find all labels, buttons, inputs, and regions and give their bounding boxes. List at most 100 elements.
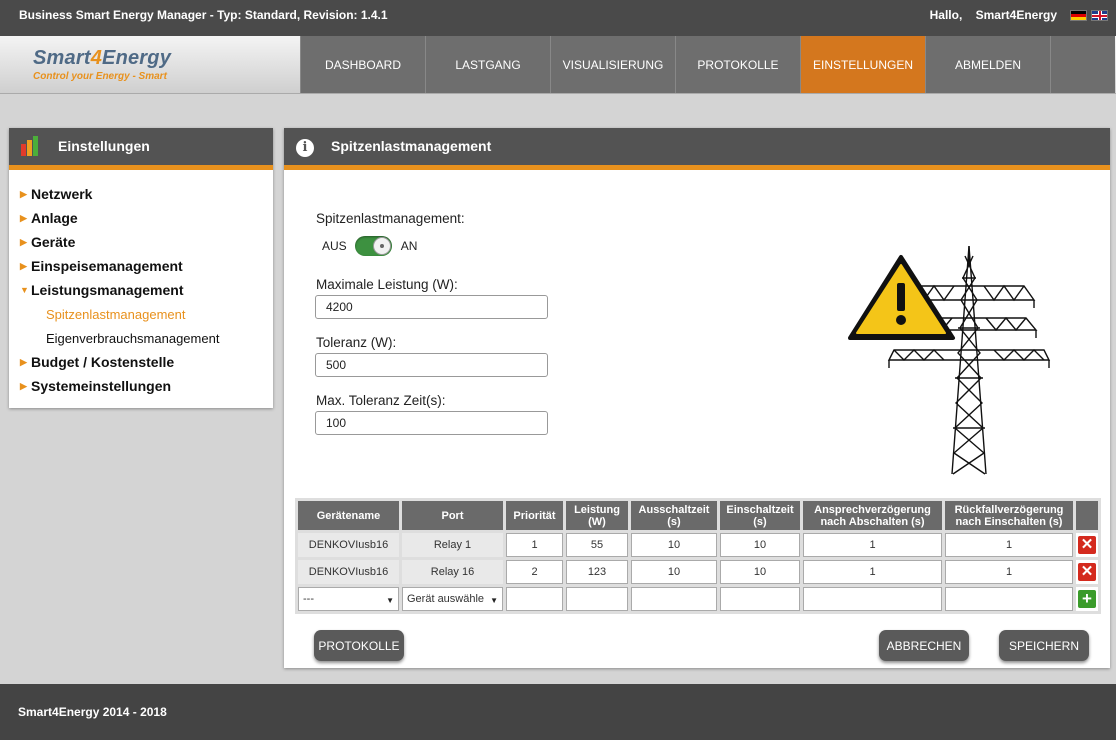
uk-flag-icon[interactable] [1091, 10, 1108, 21]
submenu-leistungsmanagement: Spitzenlastmanagement Eigenverbrauchsman… [20, 302, 273, 350]
table-row: DENKOVIusb16 Relay 1 1 55 10 10 1 1 ✕ [298, 533, 1098, 557]
footer: Smart4Energy 2014 - 2018 [0, 684, 1116, 740]
power-input[interactable]: 123 [566, 560, 628, 584]
new-row: --- ▼ Gerät auswähle ▼ + [298, 587, 1098, 611]
delete-row-icon[interactable]: ✕ [1078, 536, 1096, 554]
nav-protokolle[interactable]: PROTOKOLLE [675, 36, 800, 93]
max-power-input[interactable]: 4200 [315, 295, 548, 319]
submenu-item-eigenverbrauchsmanagement[interactable]: Eigenverbrauchsmanagement [46, 326, 273, 350]
fallback-delay-input[interactable]: 1 [945, 533, 1073, 557]
app-title: Business Smart Energy Manager - Typ: Sta… [19, 8, 388, 22]
port-select[interactable]: Gerät auswähle ▼ [402, 587, 503, 611]
warning-triangle-icon [848, 255, 955, 340]
actions-cell: ✕ [1076, 533, 1098, 557]
logo-text-1: Smart [33, 47, 91, 69]
info-icon: i [296, 139, 314, 157]
device-select[interactable]: --- ▼ [298, 587, 399, 611]
triangle-right-icon: ▶ [20, 236, 27, 247]
logo-text-2: 4 [90, 47, 103, 69]
tolerance-input[interactable]: 500 [315, 353, 548, 377]
de-flag-icon[interactable] [1070, 10, 1087, 21]
triangle-right-icon: ▶ [20, 188, 27, 199]
priority-input-new[interactable] [506, 587, 563, 611]
settings-menu: ▶ Netzwerk ▶ Anlage ▶ Geräte ▶ Einspeisemana… [9, 170, 273, 398]
content-panel: i Spitzenlastmanagement Spitzenlastmanag… [284, 128, 1110, 668]
submenu-item-spitzenlastmanagement[interactable]: Spitzenlastmanagement [46, 302, 273, 326]
actions-cell: + [1076, 587, 1098, 611]
toggle-knob [372, 237, 391, 255]
device-name-cell: DENKOVIusb16 [298, 533, 399, 557]
protocols-button[interactable]: PROTOKOLLE [314, 630, 404, 661]
delete-row-icon[interactable]: ✕ [1078, 563, 1096, 581]
logo-tagline: Control your Energy - Smart [33, 71, 167, 82]
col-header-port: Port [402, 501, 503, 530]
response-delay-input-new[interactable] [803, 587, 942, 611]
tolerance-label: Toleranz (W): [316, 335, 397, 350]
menu-item-budget[interactable]: ▶ Budget / Kostenstelle [20, 350, 273, 374]
col-header-on-time: Einschaltzeit (s) [720, 501, 800, 530]
menu-item-einspeisemanagement[interactable]: ▶ Einspeisemanagement [20, 254, 273, 278]
tolerance-time-label: Max. Toleranz Zeit(s): [316, 393, 446, 408]
nav-visualisierung[interactable]: VISUALISIERUNG [550, 36, 675, 93]
col-header-power: Leistung (W) [566, 501, 628, 530]
cancel-button[interactable]: ABBRECHEN [879, 630, 969, 661]
menu-item-geraete[interactable]: ▶ Geräte [20, 230, 273, 254]
fallback-delay-input[interactable]: 1 [945, 560, 1073, 584]
on-time-input-new[interactable] [720, 587, 800, 611]
menu-item-anlage[interactable]: ▶ Anlage [20, 206, 273, 230]
on-time-input[interactable]: 10 [720, 560, 800, 584]
off-time-input[interactable]: 10 [631, 533, 717, 557]
response-delay-input[interactable]: 1 [803, 533, 942, 557]
nav-einstellungen[interactable]: EINSTELLUNGEN [800, 36, 925, 93]
triangle-right-icon: ▶ [20, 380, 27, 391]
tolerance-time-input[interactable]: 100 [315, 411, 548, 435]
power-input-new[interactable] [566, 587, 628, 611]
port-cell: Relay 16 [402, 560, 503, 584]
power-input[interactable]: 55 [566, 533, 628, 557]
on-time-input[interactable]: 10 [720, 533, 800, 557]
greeting-text: Hallo, [929, 8, 963, 22]
col-header-priority: Priorität [506, 501, 563, 530]
top-bar: Business Smart Energy Manager - Typ: Sta… [0, 0, 1116, 36]
menu-item-netzwerk[interactable]: ▶ Netzwerk [20, 182, 273, 206]
response-delay-input[interactable]: 1 [803, 560, 942, 584]
user-greeting: Hallo, Smart4Energy [930, 8, 1057, 22]
triangle-right-icon: ▶ [20, 260, 27, 271]
bar-chart-icon [21, 136, 43, 156]
triangle-down-icon: ▼ [20, 285, 29, 295]
priority-input[interactable]: 2 [506, 560, 563, 584]
dropdown-arrow-icon: ▼ [490, 596, 498, 605]
menu-item-systemeinstellungen[interactable]: ▶ Systemeinstellungen [20, 374, 273, 398]
max-power-label: Maximale Leistung (W): [316, 277, 458, 292]
off-time-input[interactable]: 10 [631, 560, 717, 584]
footer-text: Smart4Energy 2014 - 2018 [18, 705, 167, 719]
peak-load-illustration [848, 245, 1051, 475]
sidebar-header: Einstellungen [9, 128, 273, 170]
logo-text-3: Energy [102, 47, 172, 69]
off-time-input-new[interactable] [631, 587, 717, 611]
triangle-right-icon: ▶ [20, 212, 27, 223]
user-name: Smart4Energy [975, 8, 1057, 22]
toggle-on-label: AN [400, 239, 418, 253]
device-name-cell: DENKOVIusb16 [298, 560, 399, 584]
fallback-delay-input-new[interactable] [945, 587, 1073, 611]
nav-abmelden[interactable]: ABMELDEN [925, 36, 1050, 93]
col-header-fallback-delay: Rückfallverzögerung nach Einschalten (s) [945, 501, 1073, 530]
nav-spacer [1050, 36, 1115, 93]
nav-dashboard[interactable]: DASHBOARD [300, 36, 425, 93]
table-row: DENKOVIusb16 Relay 16 2 123 10 10 1 1 ✕ [298, 560, 1098, 584]
menu-item-leistungsmanagement[interactable]: ▼ Leistungsmanagement [20, 278, 273, 302]
logo: Smart4Energy Control your Energy - Smart [33, 47, 171, 82]
toggle-label: Spitzenlastmanagement: [316, 211, 465, 226]
nav-items: DASHBOARD LASTGANG VISUALISIERUNG PROTOK… [300, 36, 1115, 93]
add-row-icon[interactable]: + [1078, 590, 1096, 608]
table-header-row: Gerätename Port Priorität Leistung (W) Au… [298, 501, 1098, 530]
device-table: Gerätename Port Priorität Leistung (W) Au… [295, 498, 1101, 614]
col-header-response-delay: Ansprechverzögerung nach Abschalten (s) [803, 501, 942, 530]
nav-lastgang[interactable]: LASTGANG [425, 36, 550, 93]
content-header: i Spitzenlastmanagement [284, 128, 1110, 170]
save-button[interactable]: SPEICHERN [999, 630, 1089, 661]
col-header-actions [1076, 501, 1098, 530]
peak-load-toggle[interactable] [354, 236, 392, 256]
priority-input[interactable]: 1 [506, 533, 563, 557]
